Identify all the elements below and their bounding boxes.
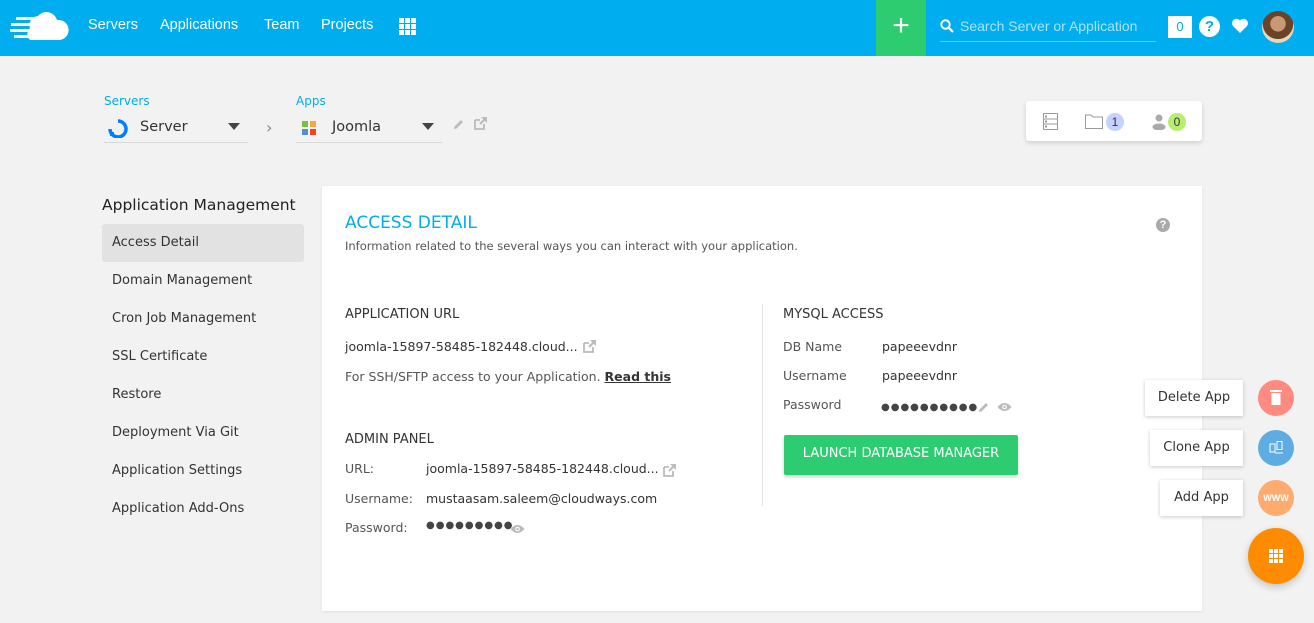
nav-servers[interactable]: Servers (88, 17, 138, 33)
sidebar-item-restore[interactable]: Restore (102, 376, 304, 414)
sidebar-item-application-settings[interactable]: Application Settings (102, 452, 304, 490)
server-select[interactable]: Server (104, 113, 248, 143)
launch-database-manager-button[interactable]: LAUNCH DATABASE MANAGER (784, 435, 1018, 475)
help-icon[interactable]: ? (1199, 16, 1220, 37)
sidebar-item-deployment-via-git[interactable]: Deployment Via Git (102, 414, 304, 452)
admin-url[interactable]: joomla-15897-58485-182448.cloud... (426, 461, 659, 476)
read-this-link[interactable]: Read this (605, 369, 671, 384)
mysql-access-heading: MYSQL ACCESS (783, 307, 884, 322)
apps-label: Apps (296, 94, 326, 108)
user-icon[interactable] (1152, 114, 1166, 130)
admin-url-label: URL: (345, 461, 375, 476)
app-stats-panel: 1 0 (1026, 101, 1202, 141)
user-avatar[interactable] (1262, 11, 1294, 43)
sidebar-item-domain-management[interactable]: Domain Management (102, 262, 304, 300)
search-box (940, 12, 1156, 42)
clone-app-fab[interactable] (1258, 430, 1294, 466)
application-url-heading: APPLICATION URL (345, 307, 460, 322)
db-username-label: Username (783, 368, 847, 383)
sidebar-title: Application Management (102, 196, 296, 214)
trash-icon (1270, 390, 1282, 405)
add-button[interactable]: + (876, 0, 926, 56)
db-name: papeeevdnr (882, 339, 957, 354)
search-icon (940, 19, 954, 33)
access-detail-card: ACCESS DETAIL Information related to the… (322, 186, 1202, 611)
delete-app-fab[interactable] (1258, 380, 1294, 416)
sidebar-item-cron-job-management[interactable]: Cron Job Management (102, 300, 304, 338)
chevron-down-icon (228, 123, 240, 130)
column-divider (762, 304, 763, 506)
external-link-icon[interactable] (662, 463, 677, 478)
edit-pencil-icon[interactable] (452, 118, 465, 131)
db-password-label: Password (783, 397, 842, 412)
admin-username: mustaasam.saleem@cloudways.com (426, 491, 658, 506)
db-password: ●●●●●●●●●● (881, 402, 979, 413)
external-link-icon[interactable] (582, 339, 597, 354)
digitalocean-icon (108, 119, 128, 138)
notification-count[interactable]: 0 (1168, 16, 1192, 38)
grid-icon (1269, 549, 1283, 563)
server-name: Server (140, 119, 188, 135)
clone-icon (1269, 441, 1283, 454)
www-icon: WWW (1263, 493, 1289, 503)
server-list-icon[interactable] (1043, 113, 1058, 130)
page-subtitle: Information related to the several ways … (345, 239, 798, 253)
app-select[interactable]: Joomla (296, 113, 442, 143)
add-app-button[interactable]: Add App (1160, 480, 1243, 516)
eye-icon[interactable] (510, 524, 525, 534)
external-link-icon[interactable] (473, 116, 488, 131)
ssh-info: For SSH/SFTP access to your Application.… (345, 369, 671, 384)
page-title: ACCESS DETAIL (345, 213, 477, 233)
servers-label: Servers (104, 94, 150, 108)
db-username: papeeevdnr (882, 368, 957, 383)
ssh-info-text: For SSH/SFTP access to your Application. (345, 369, 601, 384)
delete-app-button[interactable]: Delete App (1145, 380, 1243, 416)
user-count-badge: 0 (1168, 113, 1186, 131)
chevron-down-icon (422, 123, 434, 130)
nav-applications[interactable]: Applications (160, 17, 238, 33)
cloudways-logo-icon[interactable] (8, 10, 70, 44)
sidebar-item-application-add-ons[interactable]: Application Add-Ons (102, 490, 304, 528)
search-input[interactable] (960, 16, 1152, 36)
sidebar-item-ssl-certificate[interactable]: SSL Certificate (102, 338, 304, 376)
joomla-icon (302, 121, 316, 135)
top-navbar: Servers Applications Team Projects + 0 ? (0, 0, 1314, 56)
help-icon[interactable]: ? (1156, 218, 1170, 232)
admin-panel-heading: ADMIN PANEL (345, 432, 434, 447)
clone-app-button[interactable]: Clone App (1150, 430, 1243, 466)
add-app-fab[interactable]: WWW (1258, 480, 1294, 516)
folder-count-badge: 1 (1106, 113, 1124, 131)
edit-pencil-icon[interactable] (977, 401, 990, 414)
app-name: Joomla (332, 119, 382, 135)
nav-projects[interactable]: Projects (321, 17, 373, 33)
application-url[interactable]: joomla-15897-58485-182448.cloud... (345, 339, 578, 354)
nav-team[interactable]: Team (264, 17, 299, 33)
heart-icon[interactable] (1230, 16, 1250, 36)
admin-password: ●●●●●●●●● (426, 520, 514, 531)
actions-fab-button[interactable] (1248, 528, 1304, 584)
folder-icon[interactable] (1085, 114, 1103, 129)
eye-icon[interactable] (997, 402, 1012, 412)
apps-grid-icon[interactable] (399, 18, 416, 35)
sidebar-item-access-detail[interactable]: Access Detail (102, 224, 304, 262)
db-name-label: DB Name (783, 339, 843, 354)
chevron-right-icon: › (266, 118, 273, 137)
admin-username-label: Username: (345, 491, 413, 506)
admin-password-label: Password: (345, 520, 408, 535)
